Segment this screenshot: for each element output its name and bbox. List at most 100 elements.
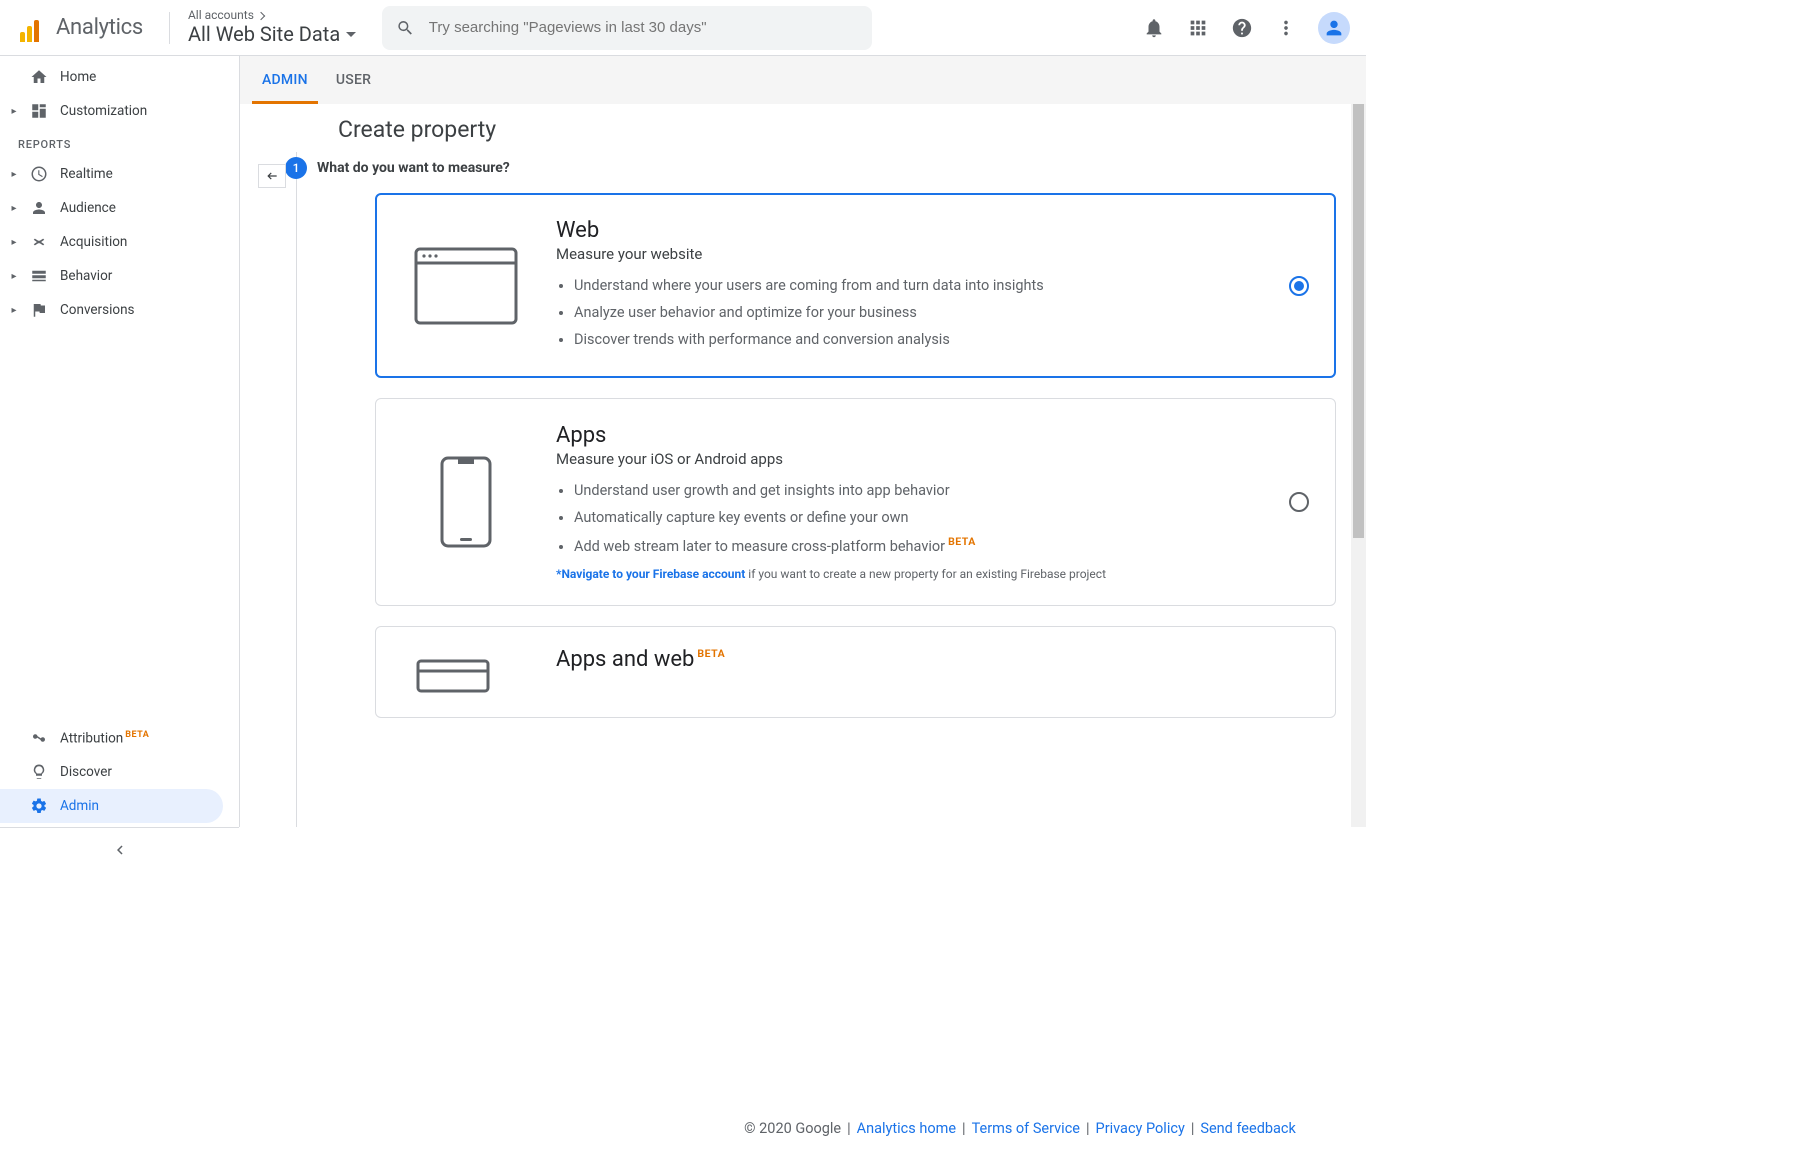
footer-link-terms[interactable]: Terms of Service: [972, 1120, 1080, 1137]
sidebar-item-discover[interactable]: ▸Discover: [0, 755, 239, 789]
option-card-apps[interactable]: Apps Measure your iOS or Android apps Un…: [375, 398, 1336, 605]
expand-icon: ▸: [10, 169, 18, 180]
option-subtitle: Measure your website: [556, 245, 1259, 263]
expand-icon: ▸: [10, 106, 18, 117]
attribution-icon: [28, 729, 50, 747]
radio-unselected[interactable]: [1289, 492, 1309, 512]
page-title: Create property: [338, 116, 1366, 143]
grid-icon: [1187, 17, 1209, 39]
search-input[interactable]: [429, 19, 858, 36]
person-icon: [28, 199, 50, 217]
back-button[interactable]: [258, 164, 286, 188]
help-icon: [1231, 17, 1253, 39]
sidebar-label: Realtime: [60, 166, 113, 182]
tabs: ADMIN USER: [240, 56, 1366, 104]
app-header: Analytics All accounts All Web Site Data: [0, 0, 1366, 56]
footer-link-analytics-home[interactable]: Analytics home: [857, 1120, 956, 1137]
browser-window-icon: [396, 247, 536, 325]
product-name: Analytics: [56, 15, 143, 40]
beta-badge: BETA: [697, 647, 725, 660]
sidebar-item-realtime[interactable]: ▸ Realtime: [0, 157, 239, 191]
option-bullet: Add web stream later to measure cross-pl…: [574, 532, 1259, 561]
sidebar-item-attribution[interactable]: ▸AttributionBETA: [0, 721, 239, 755]
tab-user[interactable]: USER: [336, 56, 371, 104]
analytics-logo-icon: [20, 14, 48, 42]
footer: © 2020 Google | Analytics home | Terms o…: [240, 1104, 1800, 1152]
sidebar-label: Admin: [60, 798, 99, 814]
sidebar-item-audience[interactable]: ▸ Audience: [0, 191, 239, 225]
copyright: © 2020 Google: [744, 1120, 841, 1137]
beta-badge: BETA: [125, 730, 149, 740]
divider: [169, 12, 170, 44]
beta-badge: BETA: [948, 535, 976, 548]
acquisition-icon: [28, 233, 50, 251]
bell-icon: [1143, 17, 1165, 39]
firebase-note: *Navigate to your Firebase account if yo…: [556, 567, 1259, 581]
gear-icon: [28, 797, 50, 815]
option-subtitle: Measure your iOS or Android apps: [556, 450, 1259, 468]
caret-down-icon: [346, 32, 356, 37]
person-icon: [1323, 17, 1345, 39]
account-top-label: All accounts: [188, 9, 254, 23]
header-actions: [1142, 12, 1354, 44]
step-title: What do you want to measure?: [317, 160, 510, 176]
main-content: ADMIN USER Create property 1 What do you…: [240, 56, 1366, 827]
reports-header: REPORTS: [0, 128, 239, 157]
radio-selected[interactable]: [1289, 276, 1309, 296]
user-avatar[interactable]: [1318, 12, 1350, 44]
sidebar-collapse-button[interactable]: [0, 827, 239, 871]
account-switcher[interactable]: All accounts All Web Site Data: [188, 9, 356, 46]
option-bullet: Analyze user behavior and optimize for y…: [574, 300, 1259, 327]
footer-link-privacy[interactable]: Privacy Policy: [1096, 1120, 1185, 1137]
sidebar-item-home[interactable]: ▸ Home: [0, 60, 239, 94]
flag-icon: [28, 301, 50, 319]
sidebar-item-admin[interactable]: ▸Admin: [0, 789, 223, 823]
sidebar-label: Behavior: [60, 268, 112, 284]
firebase-link[interactable]: *Navigate to your Firebase account: [556, 567, 745, 581]
sidebar-label: Customization: [60, 103, 147, 119]
scrollbar[interactable]: [1351, 104, 1366, 827]
content: Create property 1 What do you want to me…: [240, 104, 1366, 827]
chevron-left-icon: [111, 841, 129, 859]
behavior-icon: [28, 267, 50, 285]
phone-icon: [396, 456, 536, 548]
help-button[interactable]: [1230, 16, 1254, 40]
search-icon: [396, 18, 415, 38]
sidebar-label: Conversions: [60, 302, 135, 318]
footer-link-feedback[interactable]: Send feedback: [1200, 1120, 1295, 1137]
back-arrow-icon: [263, 169, 281, 183]
apps-button[interactable]: [1186, 16, 1210, 40]
more-button[interactable]: [1274, 16, 1298, 40]
option-title: Apps: [556, 423, 1259, 448]
bulb-icon: [28, 763, 50, 781]
logo[interactable]: Analytics: [12, 14, 151, 42]
expand-icon: ▸: [10, 203, 18, 214]
option-bullet: Understand user growth and get insights …: [574, 478, 1259, 505]
option-bullet: Automatically capture key events or defi…: [574, 505, 1259, 532]
step-line: [296, 152, 297, 827]
sidebar-label: Audience: [60, 200, 116, 216]
option-title: Apps and webBETA: [556, 647, 1315, 672]
sidebar-label: Acquisition: [60, 234, 127, 250]
expand-icon: ▸: [10, 305, 18, 316]
sidebar-label: Home: [60, 69, 96, 85]
sidebar-item-customization[interactable]: ▸ Customization: [0, 94, 239, 128]
search-box[interactable]: [382, 6, 872, 50]
tab-admin[interactable]: ADMIN: [262, 56, 308, 104]
sidebar-item-conversions[interactable]: ▸ Conversions: [0, 293, 239, 327]
dashboard-icon: [28, 102, 50, 120]
clock-icon: [28, 165, 50, 183]
step-header: 1 What do you want to measure?: [346, 157, 1366, 179]
sidebar-label: Attribution: [60, 730, 123, 746]
option-card-web[interactable]: Web Measure your website Understand wher…: [375, 193, 1336, 378]
step-number-badge: 1: [285, 157, 307, 179]
option-bullet: Understand where your users are coming f…: [574, 273, 1259, 300]
option-card-apps-and-web[interactable]: Apps and webBETA: [375, 626, 1336, 718]
option-title: Web: [556, 218, 1259, 243]
account-view-label: All Web Site Data: [188, 23, 340, 46]
sidebar-item-behavior[interactable]: ▸Behavior: [0, 259, 239, 293]
chevron-right-icon: [257, 12, 265, 20]
sidebar: ▸ Home ▸ Customization REPORTS ▸ Realtime…: [0, 56, 240, 827]
notifications-button[interactable]: [1142, 16, 1166, 40]
sidebar-item-acquisition[interactable]: ▸Acquisition: [0, 225, 239, 259]
